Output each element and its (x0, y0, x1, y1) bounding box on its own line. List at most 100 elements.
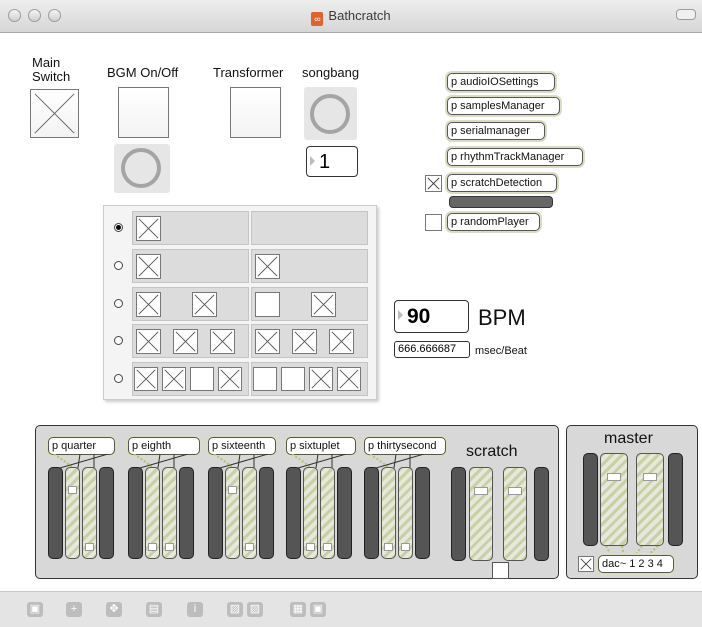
master-slider-1[interactable] (600, 453, 628, 546)
step-toggle[interactable] (173, 329, 198, 354)
bgm-bang-button[interactable] (121, 148, 161, 188)
x-mark-icon (175, 331, 196, 352)
x-mark-icon (427, 177, 440, 190)
step-toggle[interactable] (255, 254, 280, 279)
x-mark-icon (138, 294, 159, 315)
step-toggle[interactable] (329, 329, 354, 354)
channel-fader-left[interactable] (286, 467, 301, 559)
channel-level-slider[interactable] (398, 467, 413, 559)
copy-icon[interactable]: ▨ (227, 602, 243, 617)
scratch-fader-left[interactable] (451, 467, 466, 561)
row-select-radio[interactable] (114, 223, 123, 232)
channel-fader-left[interactable] (128, 467, 143, 559)
random-player-toggle[interactable] (425, 214, 442, 231)
channel-fader-right[interactable] (337, 467, 352, 559)
channel-subpatch-label: p sixteenth (212, 440, 266, 452)
step-toggle[interactable] (337, 367, 361, 391)
scratch-fader-right[interactable] (534, 467, 549, 561)
channel-fader-left[interactable] (364, 467, 379, 559)
step-toggle[interactable] (255, 292, 280, 317)
slider-knob (384, 543, 393, 551)
samples-manager-object[interactable]: p samplesManager (447, 97, 560, 115)
master-fader-left[interactable] (583, 453, 598, 546)
row-select-radio[interactable] (114, 336, 123, 345)
dac-toggle[interactable] (578, 556, 594, 572)
scratch-slider-2[interactable] (503, 467, 527, 561)
paste-icon[interactable]: ▨ (247, 602, 263, 617)
master-slider-2[interactable] (636, 453, 664, 546)
channel-level-slider[interactable] (82, 467, 97, 559)
songbang-button[interactable] (310, 94, 350, 134)
channel-subpatch-label: p quarter (52, 440, 97, 452)
channel-subpatch-object[interactable]: p thirtysecond (364, 437, 446, 455)
bpm-number-box[interactable]: 90 (394, 300, 469, 333)
channel-level-slider[interactable] (303, 467, 318, 559)
plus-icon[interactable]: + (66, 602, 82, 617)
channel-fader-left[interactable] (208, 467, 223, 559)
lock-icon[interactable]: ▣ (27, 602, 43, 617)
step-toggle[interactable] (136, 329, 161, 354)
step-toggle[interactable] (311, 292, 336, 317)
scratch-slider-1[interactable] (469, 467, 493, 561)
row-select-radio[interactable] (114, 299, 123, 308)
audio-io-settings-object[interactable]: p audioIOSettings (447, 73, 555, 91)
step-toggle[interactable] (292, 329, 317, 354)
step-toggle[interactable] (162, 367, 186, 391)
step-toggle[interactable] (134, 367, 158, 391)
step-toggle[interactable] (136, 254, 161, 279)
channel-level-slider[interactable] (225, 467, 240, 559)
channel-level-slider[interactable] (162, 467, 177, 559)
row-select-radio[interactable] (114, 261, 123, 270)
step-toggle[interactable] (190, 367, 214, 391)
channel-subpatch-object[interactable]: p sixteenth (208, 437, 276, 455)
step-toggle[interactable] (136, 292, 161, 317)
grid-icon[interactable]: ▦ (290, 602, 306, 617)
info-icon[interactable]: i (187, 602, 203, 617)
step-toggle[interactable] (309, 367, 333, 391)
step-toggle[interactable] (253, 367, 277, 391)
step-toggle[interactable] (192, 292, 217, 317)
step-toggle[interactable] (218, 367, 242, 391)
toolbar-toggle-button[interactable] (676, 9, 696, 20)
row-select-radio[interactable] (114, 374, 123, 383)
main-switch-toggle[interactable] (30, 89, 79, 138)
channel-fader-right[interactable] (415, 467, 430, 559)
dac-object[interactable]: dac~ 1 2 3 4 (598, 555, 674, 573)
bgm-toggle[interactable] (118, 87, 169, 138)
serial-manager-label: p serialmanager (451, 125, 530, 137)
master-fader-right[interactable] (668, 453, 683, 546)
channel-subpatch-object[interactable]: p sixtuplet (286, 437, 356, 455)
channel-level-slider[interactable] (242, 467, 257, 559)
step-toggle[interactable] (210, 329, 235, 354)
channel-fader-left[interactable] (48, 467, 63, 559)
msec-label: msec/Beat (475, 345, 527, 357)
msec-number-box[interactable]: 666.666687 (394, 341, 470, 358)
channel-fader-right[interactable] (259, 467, 274, 559)
inspector-icon[interactable]: ▤ (146, 602, 162, 617)
songbang-number-box[interactable]: 1 (306, 146, 358, 177)
scratch-bang[interactable] (492, 562, 509, 579)
msec-value: 666.666687 (398, 343, 457, 355)
channel-level-slider[interactable] (65, 467, 80, 559)
x-mark-icon (138, 331, 159, 352)
step-toggle[interactable] (281, 367, 305, 391)
step-toggle[interactable] (136, 216, 161, 241)
channel-subpatch-object[interactable]: p eighth (128, 437, 200, 455)
random-player-object[interactable]: p randomPlayer (447, 213, 540, 231)
channel-level-slider[interactable] (320, 467, 335, 559)
channel-subpatch-object[interactable]: p quarter (48, 437, 115, 455)
random-player-label: p randomPlayer (451, 216, 529, 228)
rhythm-track-manager-object[interactable]: p rhythmTrackManager (447, 148, 583, 166)
scratch-detection-object[interactable]: p scratchDetection (447, 174, 557, 192)
serial-manager-object[interactable]: p serialmanager (447, 122, 545, 140)
channel-fader-right[interactable] (179, 467, 194, 559)
channel-level-slider[interactable] (381, 467, 396, 559)
step-toggle[interactable] (255, 329, 280, 354)
channel-level-slider[interactable] (145, 467, 160, 559)
scratch-detection-toggle[interactable] (425, 175, 442, 192)
snap-icon[interactable]: ▣ (310, 602, 326, 617)
channel-fader-right[interactable] (99, 467, 114, 559)
x-mark-icon (331, 331, 352, 352)
transformer-toggle[interactable] (230, 87, 281, 138)
move-icon[interactable]: ✥ (106, 602, 122, 617)
